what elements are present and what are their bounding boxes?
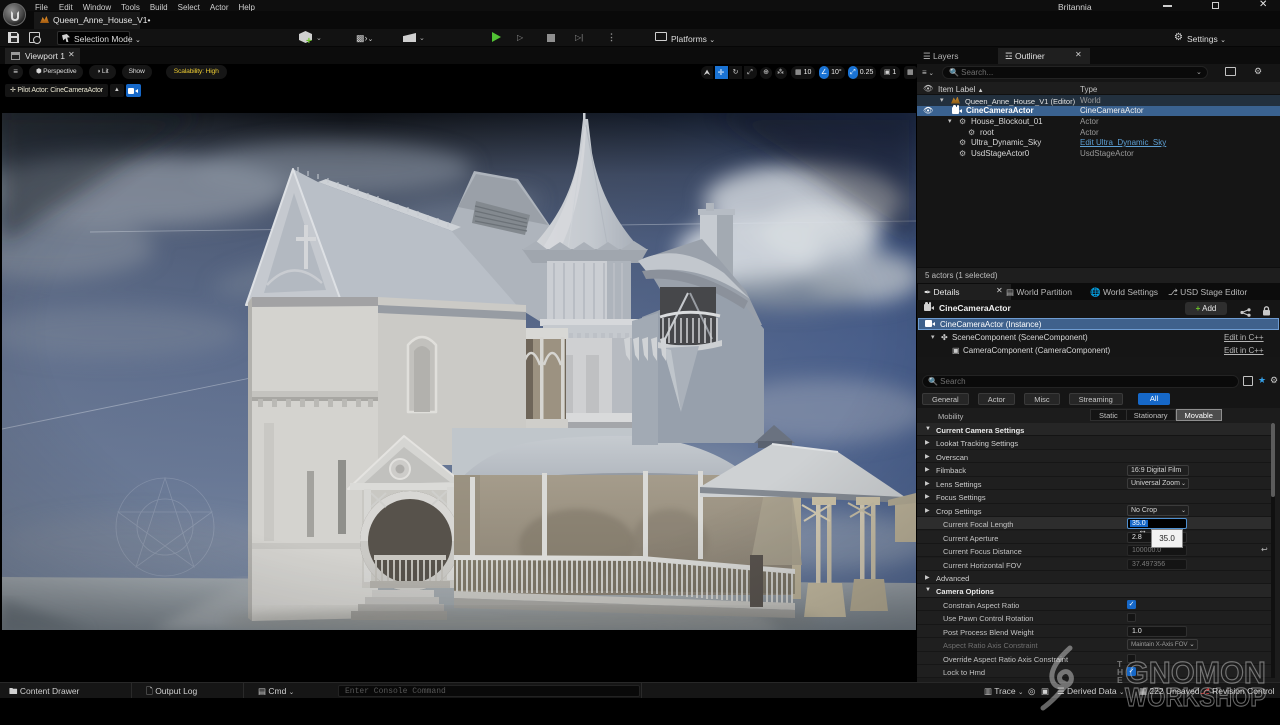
svg-text:WORKSHOP: WORKSHOP	[1125, 682, 1266, 712]
svg-text:E: E	[1117, 675, 1123, 685]
